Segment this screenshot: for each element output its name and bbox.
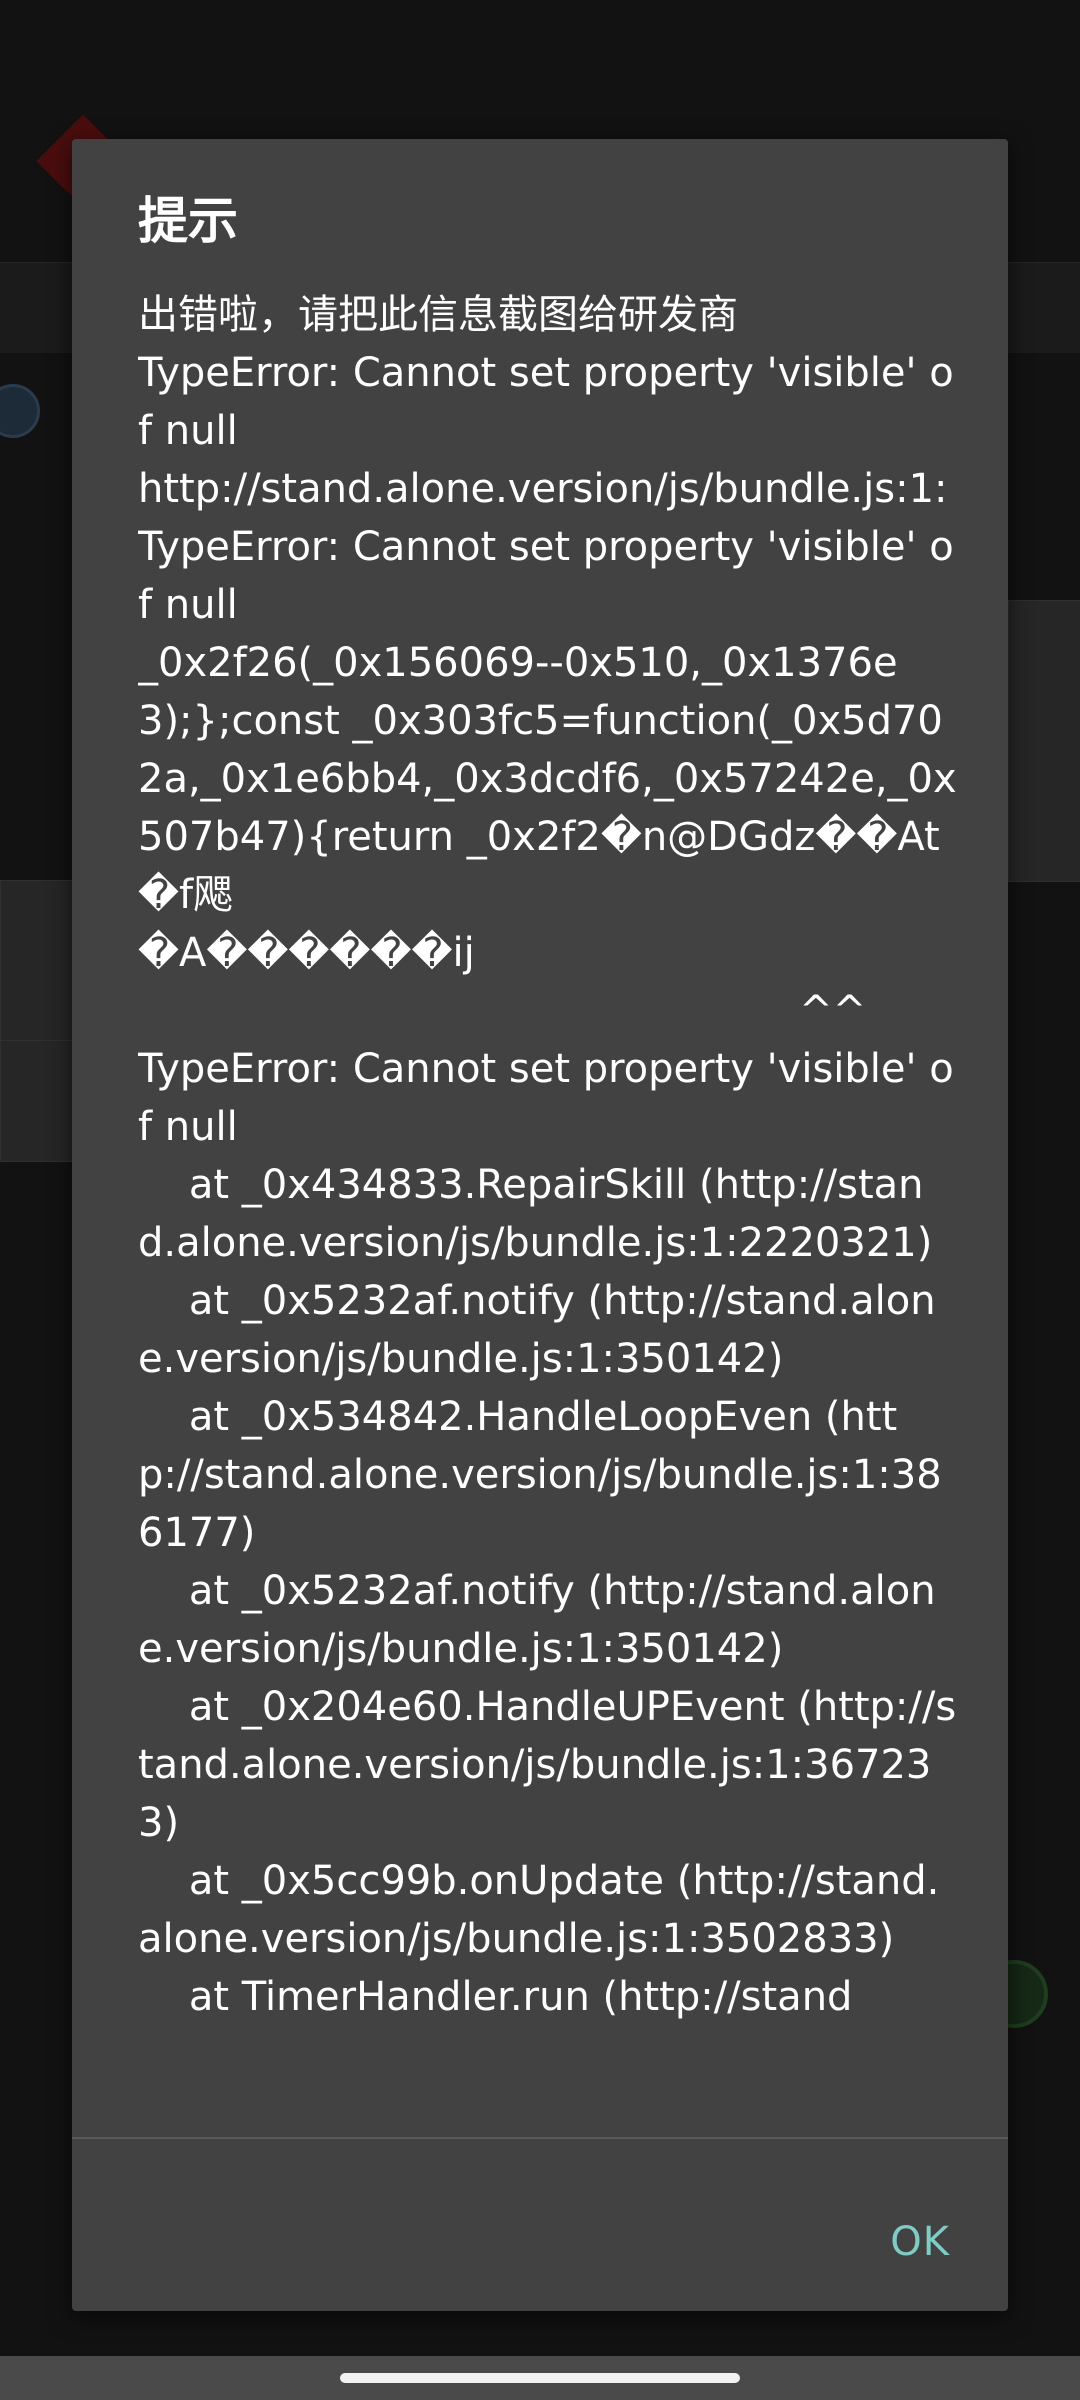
- game-background-tile: [0, 1040, 82, 1162]
- game-background-tile: [1008, 600, 1080, 882]
- dialog-title: 提示: [138, 192, 238, 250]
- error-dialog: 提示 出错啦，请把此信息截图给研发商 TypeError: Cannot set…: [72, 139, 1008, 2311]
- dialog-message[interactable]: 出错啦，请把此信息截图给研发商 TypeError: Cannot set pr…: [138, 286, 958, 2038]
- blue-badge-icon: [0, 384, 40, 438]
- dialog-divider: [72, 2137, 1008, 2139]
- home-indicator[interactable]: [340, 2373, 740, 2383]
- ok-button[interactable]: OK: [890, 2219, 950, 2265]
